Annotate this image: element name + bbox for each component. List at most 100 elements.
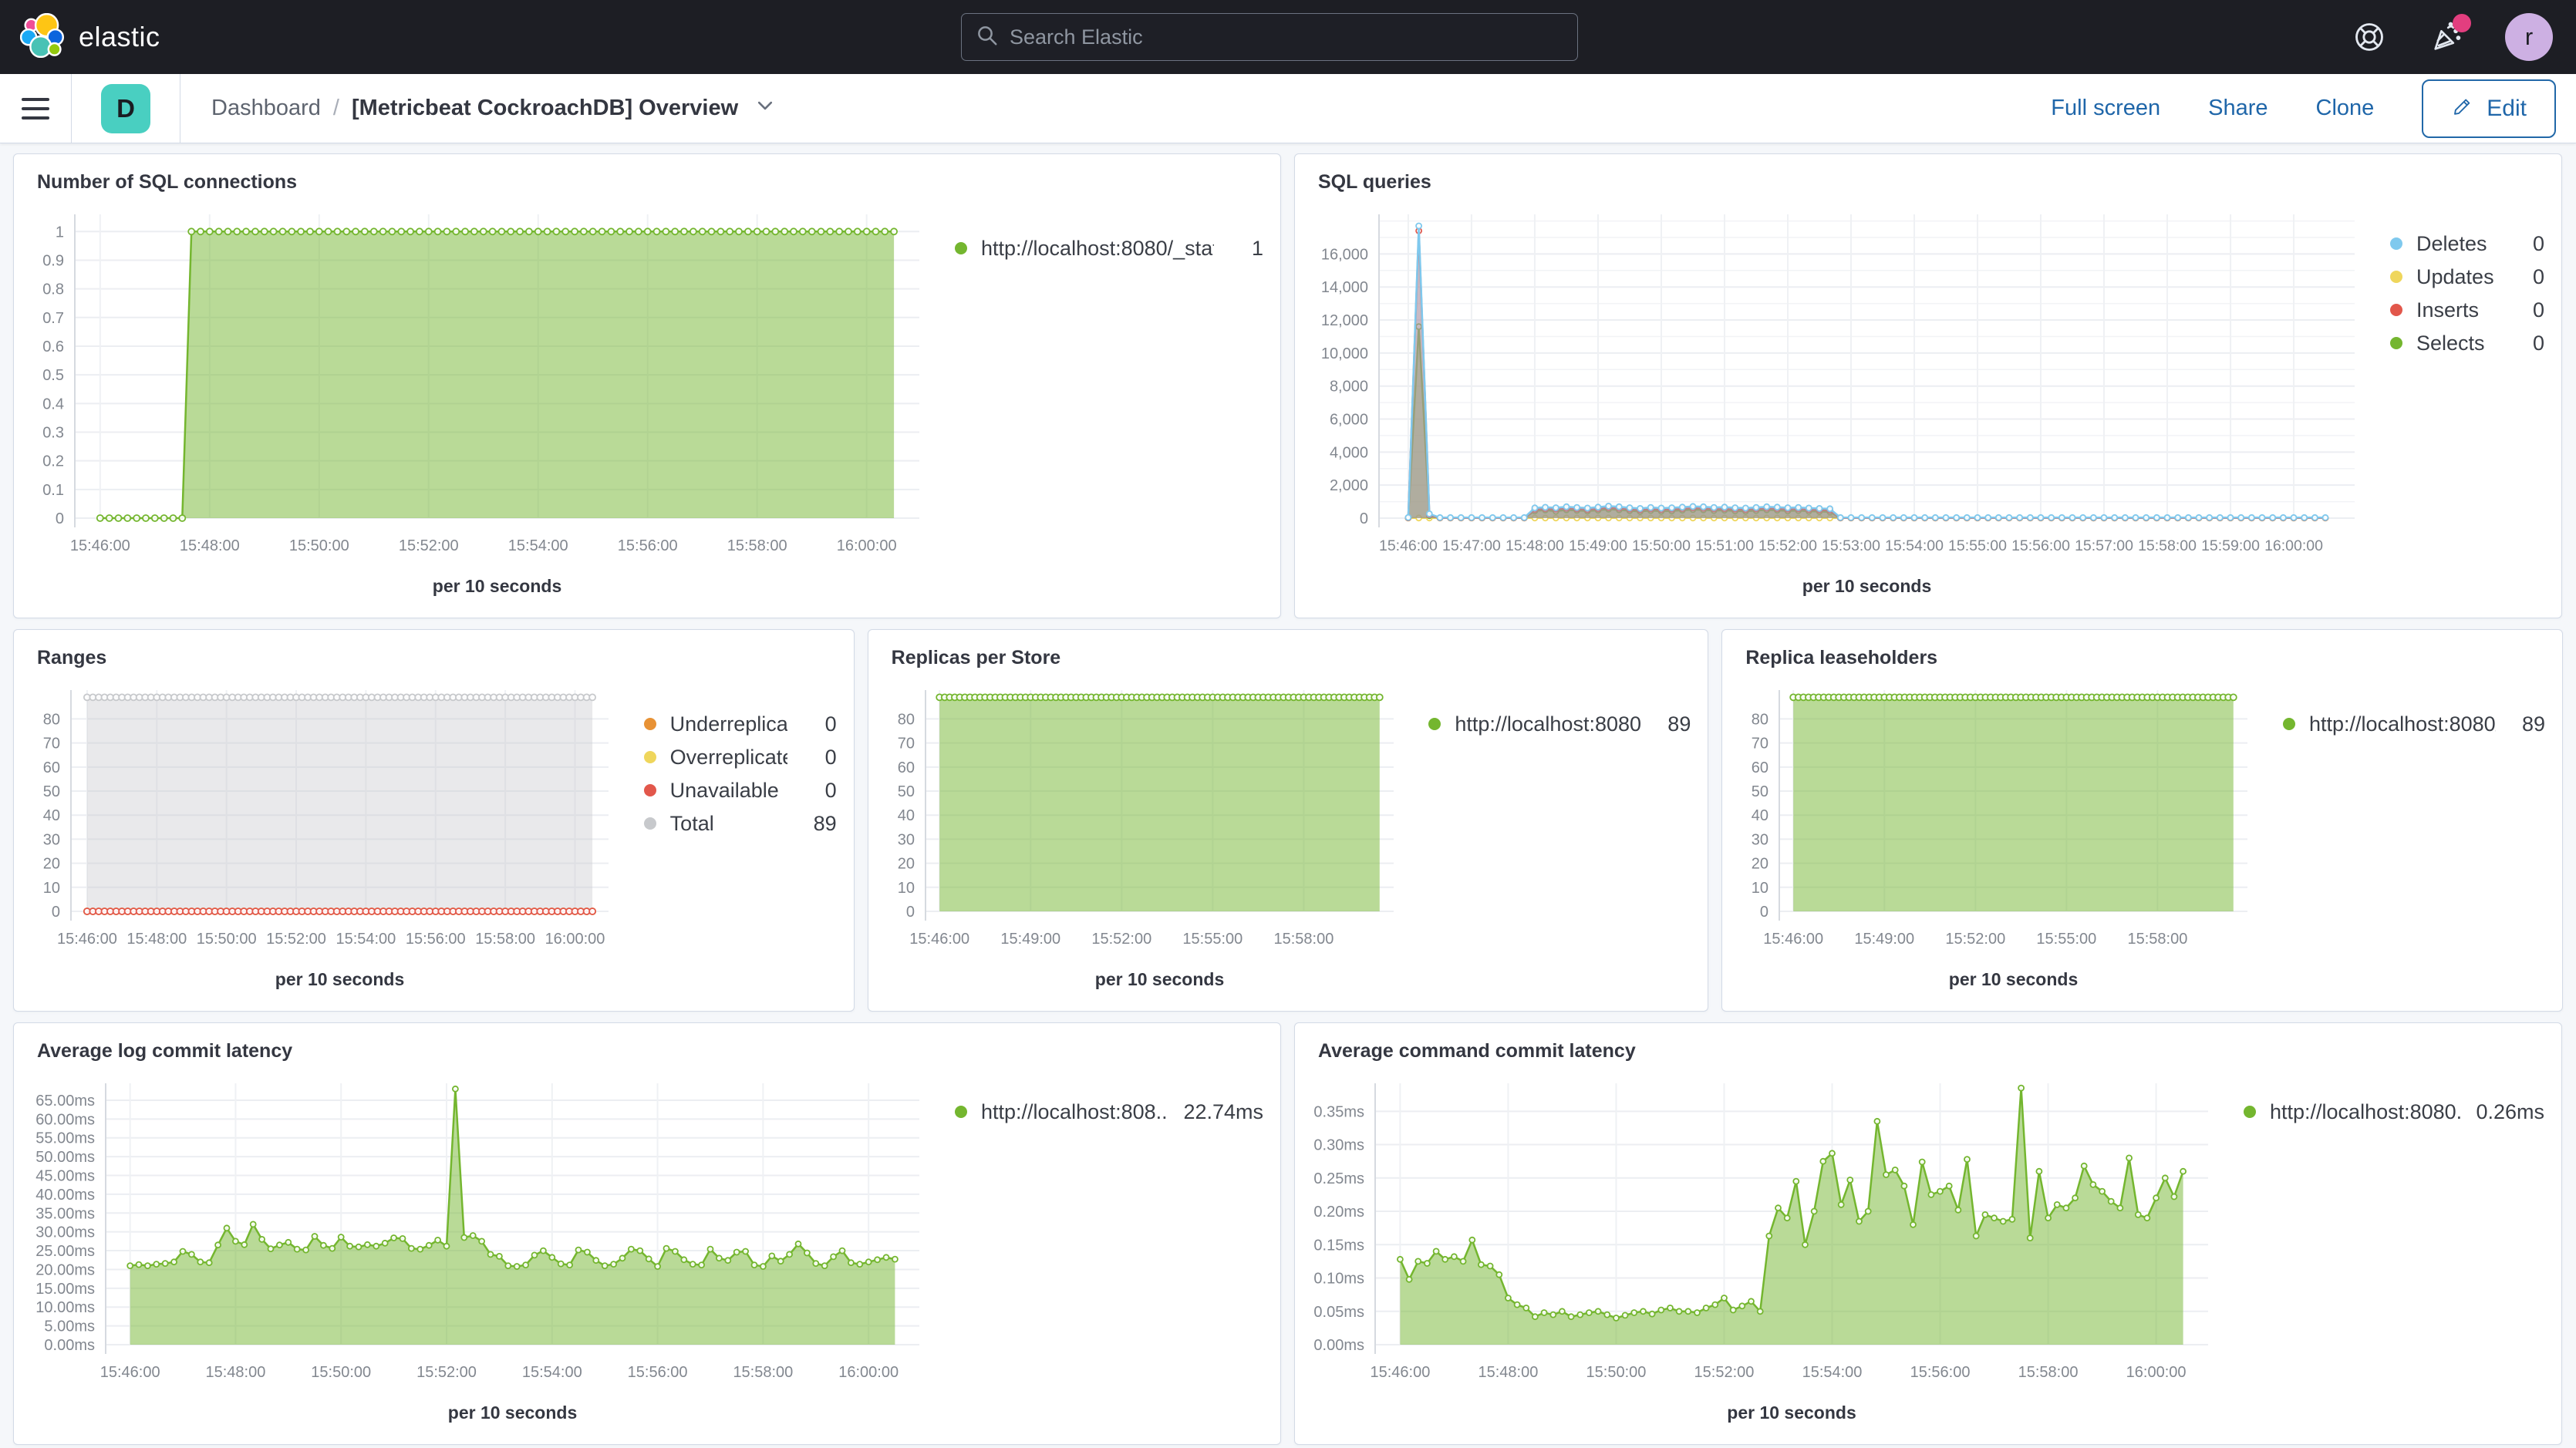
chart-plot[interactable]: 0.00ms0.05ms0.10ms0.15ms0.20ms0.25ms0.30… [1298,1071,2219,1441]
svg-text:0: 0 [56,510,64,527]
legend-item[interactable]: http://localhost:808... 22.74ms [955,1096,1263,1127]
legend-label: Deletes [2416,232,2495,256]
panel-title: Average command commit latency [1295,1023,2561,1062]
svg-text:12,000: 12,000 [1321,312,1368,329]
legend-item[interactable]: Selects0 [2390,328,2544,359]
svg-text:15:52:00: 15:52:00 [266,931,326,948]
svg-text:15:47:00: 15:47:00 [1442,537,1501,554]
legend-item[interactable]: Inserts0 [2390,295,2544,325]
svg-text:15.00ms: 15.00ms [35,1281,95,1298]
svg-text:15:59:00: 15:59:00 [2201,537,2260,554]
chevron-down-icon[interactable] [755,96,775,122]
svg-text:15:48:00: 15:48:00 [126,931,187,948]
user-avatar[interactable]: r [2505,13,2553,61]
series-connections [97,228,897,521]
share-button[interactable]: Share [2208,96,2267,121]
svg-text:0.3: 0.3 [42,424,64,441]
svg-text:25.00ms: 25.00ms [35,1243,95,1260]
svg-text:35.00ms: 35.00ms [35,1205,95,1222]
svg-text:15:58:00: 15:58:00 [727,537,787,554]
svg-text:15:50:00: 15:50:00 [311,1364,371,1381]
legend-dot [2244,1106,2256,1118]
legend-value: 22.74ms [1183,1100,1263,1124]
svg-text:15:56:00: 15:56:00 [2011,537,2070,554]
chart-legend: http://localhost:808... 22.74ms [955,1096,1263,1127]
legend-label: Total [670,812,787,836]
svg-text:10: 10 [897,880,914,897]
legend-value: 89 [803,812,837,836]
svg-text:2,000: 2,000 [1330,477,1368,494]
legend-dot [644,817,656,830]
legend-label: Underreplicated [670,712,787,736]
legend-item[interactable]: Overreplicated0 [644,742,837,773]
legend-label: Overreplicated [670,746,787,769]
legend-item[interactable]: Updates0 [2390,261,2544,292]
svg-text:15:49:00: 15:49:00 [1569,537,1627,554]
svg-text:0: 0 [1760,904,1768,921]
legend-item[interactable]: http://localhost:8080/_sta...89 [1428,709,1691,739]
svg-text:16:00:00: 16:00:00 [2264,537,2323,554]
legend-label: Selects [2416,332,2495,355]
legend-label: Updates [2416,265,2495,289]
chart-plot[interactable]: 0102030405060708015:46:0015:48:0015:50:0… [17,678,619,1008]
legend-value: 0 [2510,232,2544,256]
chart-legend: http://localhost:8080/_stat...1 [955,233,1263,264]
svg-text:16,000: 16,000 [1321,246,1368,263]
legend-item[interactable]: http://localhost:8080/_sta...89 [2283,709,2545,739]
chart-plot[interactable]: 0102030405060708015:46:0015:49:0015:52:0… [872,678,1404,1008]
full-screen-button[interactable]: Full screen [2051,96,2160,121]
svg-text:0.6: 0.6 [42,338,64,355]
chart-plot[interactable]: 0102030405060708015:46:0015:49:0015:52:0… [1725,678,2258,1008]
legend-dot [2390,237,2402,250]
svg-text:0.00ms: 0.00ms [44,1337,95,1354]
svg-text:30: 30 [897,831,914,848]
svg-text:50: 50 [43,783,60,800]
svg-text:15:52:00: 15:52:00 [1946,931,2006,948]
svg-text:0.10ms: 0.10ms [1313,1271,1364,1288]
search-input[interactable] [1010,25,1563,49]
svg-text:60: 60 [897,759,914,776]
svg-text:15:54:00: 15:54:00 [335,931,396,948]
svg-text:15:46:00: 15:46:00 [909,931,969,948]
svg-text:60: 60 [1752,759,1768,776]
svg-text:15:46:00: 15:46:00 [1370,1364,1430,1381]
svg-text:15:56:00: 15:56:00 [406,931,466,948]
logo-wordmark: elastic [79,21,160,53]
svg-text:10: 10 [1752,880,1768,897]
legend-item[interactable]: Deletes 0 [2390,228,2544,259]
breadcrumb-dashboard[interactable]: Dashboard [211,96,321,121]
svg-text:15:49:00: 15:49:00 [1000,931,1060,948]
svg-text:15:54:00: 15:54:00 [1885,537,1944,554]
svg-text:0: 0 [52,904,60,921]
global-search[interactable] [961,13,1578,61]
chart-plot[interactable]: 00.10.20.30.40.50.60.70.80.9115:46:0015:… [17,202,930,615]
legend-label: http://localhost:808... [981,1100,1168,1124]
svg-text:15:54:00: 15:54:00 [522,1364,582,1381]
svg-text:50: 50 [897,783,914,800]
legend-item[interactable]: http://localhost:8080/_stat...1 [955,233,1263,264]
legend-item[interactable]: http://localhost:8080...0.26ms [2244,1096,2544,1127]
svg-text:0.7: 0.7 [42,310,64,327]
legend-label: http://localhost:8080... [2270,1100,2460,1124]
elastic-logo-icon[interactable] [20,13,65,62]
legend-value: 0 [803,712,837,736]
panel-title: Ranges [14,630,854,669]
svg-text:15:48:00: 15:48:00 [180,537,240,554]
news-party-popper-icon[interactable] [2428,19,2465,56]
svg-text:10.00ms: 10.00ms [35,1299,95,1316]
edit-button[interactable]: Edit [2422,79,2556,138]
dashboard-app-badge[interactable]: D [72,74,180,143]
panel-title: Number of SQL connections [14,154,1280,194]
legend-item[interactable]: Underreplicated 0 [644,709,837,739]
chart-plot[interactable]: 0.00ms5.00ms10.00ms15.00ms20.00ms25.00ms… [17,1071,930,1441]
help-lifebuoy-icon[interactable] [2351,19,2388,56]
svg-text:15:49:00: 15:49:00 [1855,931,1915,948]
svg-text:16:00:00: 16:00:00 [837,537,897,554]
page-title[interactable]: [Metricbeat CockroachDB] Overview [352,96,738,121]
clone-button[interactable]: Clone [2316,96,2375,121]
chart-plot[interactable]: 02,0004,0006,0008,00010,00012,00014,0001… [1298,202,2365,615]
legend-item[interactable]: Total 89 [644,808,837,839]
series-deletes [1405,224,2328,520]
menu-button[interactable] [0,74,71,143]
legend-item[interactable]: Unavailable0 [644,775,837,806]
